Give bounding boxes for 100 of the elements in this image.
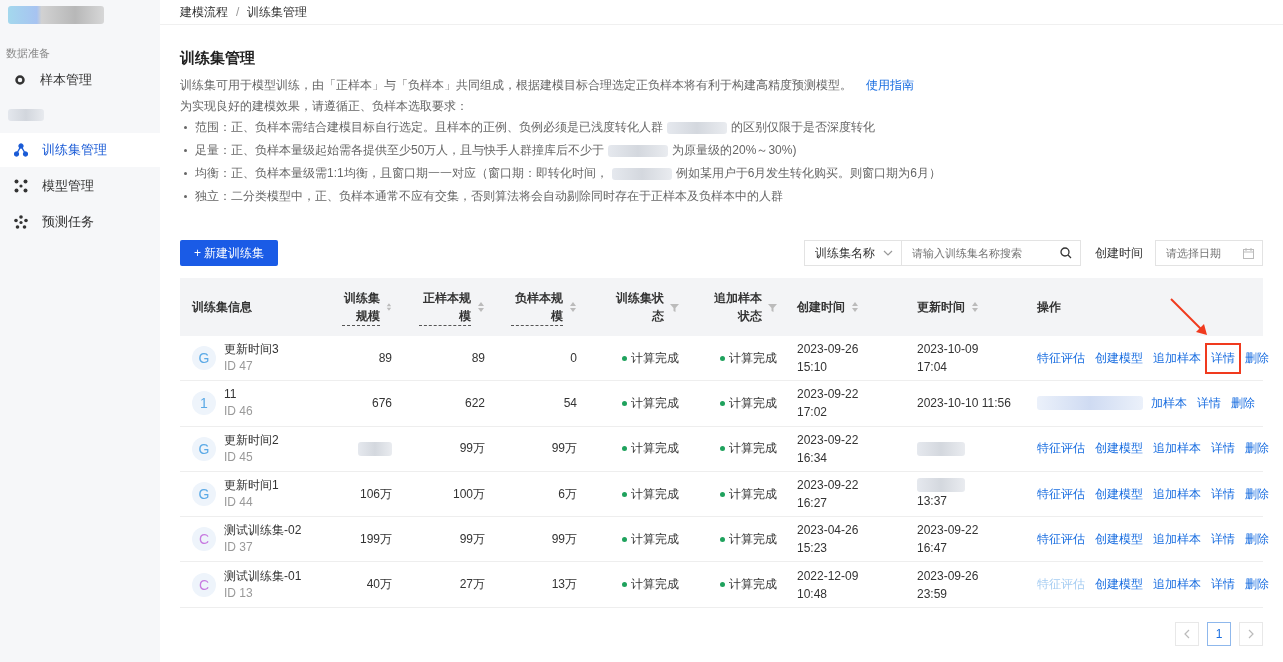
column-header[interactable]: 训练集状态 <box>612 289 664 325</box>
column-header[interactable]: 负样本规模 <box>511 288 563 326</box>
status-dot <box>622 446 627 452</box>
timestamp: 2022-12-09 <box>797 567 859 585</box>
action-link[interactable]: 特征评估 <box>1031 433 1091 465</box>
breadcrumb-item[interactable]: 建模流程 <box>180 3 228 21</box>
next-page-button[interactable] <box>1239 621 1263 646</box>
timestamp: 17:02 <box>797 404 829 422</box>
action-link[interactable]: 删除 <box>1239 342 1275 374</box>
row-name: 11 <box>224 386 238 404</box>
sort-icon <box>851 301 859 313</box>
action-link[interactable]: 追加样本 <box>1147 342 1207 374</box>
action-link[interactable]: 详情 <box>1205 478 1241 510</box>
sidebar-item[interactable]: 训练集管理 <box>0 133 160 167</box>
sidebar-item[interactable]: 样本管理 <box>0 63 160 97</box>
action-link[interactable]: 追加样本 <box>1147 433 1207 465</box>
action-link[interactable]: 创建模型 <box>1089 342 1149 374</box>
row-id: ID 37 <box>224 539 254 557</box>
timestamp: 2023-09-22 <box>917 522 979 540</box>
table-cell: 89 <box>378 351 392 366</box>
sidebar-item[interactable]: 模型管理 <box>0 169 160 203</box>
section-label: 数据准备 <box>6 46 51 61</box>
column-header[interactable]: 操作 <box>1037 298 1061 316</box>
action-link[interactable]: 特征评估 <box>1031 342 1091 374</box>
action-link[interactable]: 追加样本 <box>1147 478 1207 510</box>
action-link[interactable]: 创建模型 <box>1089 569 1149 601</box>
status-dot <box>720 536 725 542</box>
timestamp: 17:04 <box>917 359 949 377</box>
date-input[interactable]: 请选择日期 <box>1166 247 1243 259</box>
table-cell: 0 <box>570 351 577 366</box>
action-link[interactable]: 删除 <box>1239 569 1275 601</box>
action-link[interactable]: 创建模型 <box>1089 478 1149 510</box>
action-link[interactable]: 创建模型 <box>1089 523 1149 555</box>
timestamp: 2023-04-26 <box>797 522 859 540</box>
status-text: 计算完成 <box>631 576 679 594</box>
timestamp: 10:48 <box>797 585 829 603</box>
action-link[interactable]: 详情 <box>1191 387 1227 419</box>
date-field[interactable]: 请选择日期 <box>1155 240 1263 266</box>
calendar-icon <box>1243 247 1254 259</box>
blurred-patch <box>917 478 965 493</box>
row-name: 更新时间2 <box>224 431 279 449</box>
description-text: 为实现良好的建模效果，请遵循正、负样本选取要求： <box>180 97 469 115</box>
column-header[interactable]: 正样本规模 <box>419 288 471 326</box>
status-text: 计算完成 <box>631 530 679 548</box>
bullet-icon <box>184 126 187 129</box>
status-dot <box>720 582 725 588</box>
status-text: 计算完成 <box>729 440 777 458</box>
row-id: ID 46 <box>224 403 253 421</box>
status-dot <box>622 582 627 588</box>
sort-icon <box>971 301 979 313</box>
action-link[interactable]: 加样本 <box>1145 387 1193 419</box>
chevron-left-icon <box>1184 628 1190 639</box>
ring-icon <box>14 74 26 86</box>
status-text: 计算完成 <box>631 440 679 458</box>
action-link[interactable]: 追加样本 <box>1147 523 1207 555</box>
row-name: 测试训练集-02 <box>224 522 302 540</box>
table-cell: 99万 <box>551 530 577 548</box>
action-link[interactable]: 删除 <box>1239 433 1275 465</box>
search-input[interactable]: 请输入训练集名称搜索 <box>912 247 1060 259</box>
column-header[interactable]: 创建时间 <box>797 298 845 316</box>
action-link[interactable]: 追加样本 <box>1147 569 1207 601</box>
action-link[interactable]: 删除 <box>1225 387 1261 419</box>
status-text: 计算完成 <box>631 349 679 367</box>
table-cell: 99万 <box>459 440 485 458</box>
action-link[interactable]: 详情 <box>1205 569 1241 601</box>
table-cell: 676 <box>371 396 392 411</box>
column-header[interactable]: 更新时间 <box>917 298 965 316</box>
page-title: 训练集管理 <box>180 49 256 68</box>
timestamp: 16:27 <box>797 495 829 513</box>
filter-icon <box>670 302 679 312</box>
avatar: G <box>192 436 216 461</box>
avatar: C <box>192 527 216 552</box>
column-header[interactable]: 训练集信息 <box>192 298 252 316</box>
column-header[interactable]: 追加样本状态 <box>710 289 762 325</box>
timestamp: 2023-10-10 11:56 <box>917 395 1011 413</box>
page-button[interactable]: 1 <box>1207 621 1231 646</box>
sidebar-item[interactable]: 预测任务 <box>0 205 160 239</box>
status-text: 计算完成 <box>729 349 777 367</box>
timestamp: 23:59 <box>917 585 949 603</box>
column-header[interactable]: 训练集规模 <box>342 288 381 326</box>
annotation-arrow <box>1169 296 1209 337</box>
timestamp: 16:34 <box>797 449 829 467</box>
action-link[interactable]: 特征评估 <box>1031 478 1091 510</box>
search-field[interactable]: 请输入训练集名称搜索 <box>902 240 1081 266</box>
create-button[interactable]: + 新建训练集 <box>180 240 279 266</box>
row-name: 更新时间1 <box>224 477 279 495</box>
filter-select[interactable]: 训练集名称 <box>804 240 902 266</box>
action-link[interactable]: 详情 <box>1205 523 1241 555</box>
breadcrumb-item[interactable]: 训练集管理 <box>247 3 308 21</box>
action-link[interactable]: 删除 <box>1239 478 1275 510</box>
action-link[interactable]: 创建模型 <box>1089 433 1149 465</box>
table-cell: 27万 <box>459 576 485 594</box>
row-name: 更新时间3 <box>224 341 279 359</box>
action-link[interactable]: 特征评估 <box>1031 523 1091 555</box>
previous-page-button[interactable] <box>1175 621 1199 646</box>
dots-icon <box>14 179 28 193</box>
action-link[interactable]: 详情 <box>1205 433 1241 465</box>
action-link[interactable]: 删除 <box>1239 523 1275 555</box>
guide-link[interactable]: 使用指南 <box>866 76 914 94</box>
table-cell: 6万 <box>558 485 577 503</box>
